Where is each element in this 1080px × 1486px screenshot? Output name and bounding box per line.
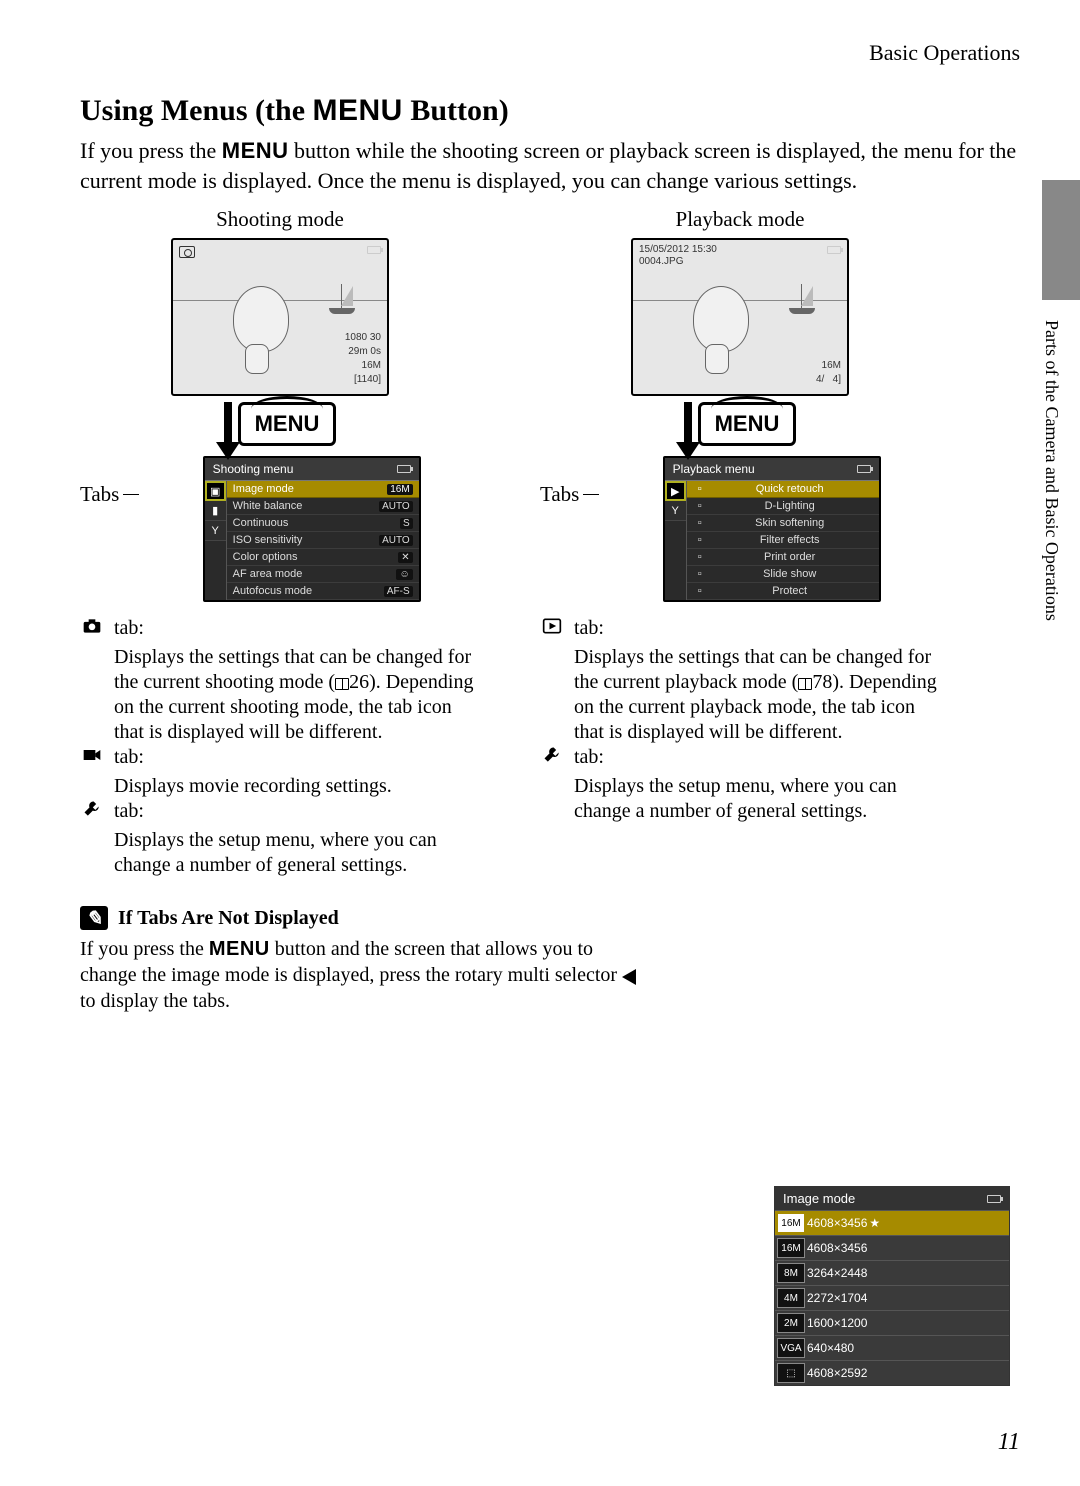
page-title: Using Menus (the MENU Button) [80,94,1020,128]
setup-tab-icon: Y [665,501,686,521]
menu-row: ▫Filter effects [687,532,879,549]
side-section-label: Parts of the Camera and Basic Operations [1041,320,1062,621]
image-mode-row: 16M4608×3456★ [775,1210,1009,1235]
playback-tab-descriptions: tab: Displays the settings that can be c… [540,616,940,824]
menu-row: ISO sensitivityAUTO [227,532,419,549]
image-mode-row: 8M3264×2448 [775,1260,1009,1285]
shooting-screen: 1080 30 29m 0s 16M [1140] [171,238,389,396]
t: Displays movie recording settings. [114,774,480,799]
playback-tab-icon [540,616,564,641]
movie-tab-icon: ▮ [205,501,226,521]
tab-label: tab: [114,616,144,641]
image-mode-row: 16M4608×3456 [775,1235,1009,1260]
intro-menu: MENU [222,138,289,163]
osd-index: 4/ [816,374,824,385]
battery-icon [397,465,411,473]
menu-row: ▫D-Lighting [687,498,879,515]
battery-icon [827,246,841,254]
shooting-tab-icon: ▣ [205,481,226,501]
osd-rec-time: 29m 0s [348,346,381,357]
osd-rec-quality: 1080 30 [345,332,381,343]
intro-paragraph: If you press the MENU button while the s… [80,136,1020,195]
t: 26 [349,671,369,693]
t: to display the tabs. [80,990,230,1012]
intro-a: If you press the [80,138,222,163]
tab-label: tab: [114,745,144,770]
movie-tab-icon [80,745,104,770]
shooting-column: Shooting mode 1080 30 29m 0s 16M [1140] … [80,207,480,878]
page-ref-icon [798,678,812,690]
menu-row: AF area mode☺ [227,566,419,583]
tabs-label-playback: Tabs [540,482,579,507]
menu-row: Autofocus modeAF-S [227,583,419,600]
image-mode-title: Image mode [783,1191,855,1206]
menu-row: ▫Quick retouch [687,481,879,498]
title-pre: Using Menus (the [80,94,313,127]
image-mode-row: 2M1600×1200 [775,1310,1009,1335]
menu-row: Image mode16M [227,481,419,498]
shooting-menu-panel: Shooting menu ▣ ▮ Y Image mode16MWhite b… [203,456,421,602]
menu-button-illustration: MENU [698,402,797,446]
menu-word: MENU [313,94,403,127]
menu-row: ▫Protect [687,583,879,600]
menu-button-illustration: MENU [238,402,337,446]
shooting-tab-descriptions: tab: Displays the settings that can be c… [80,616,480,878]
battery-icon [857,465,871,473]
camera-tab-icon [80,616,104,641]
osd-size-badge: 16M [362,360,381,371]
osd-size-badge: 16M [822,360,841,371]
menu-word: MENU [209,938,270,960]
osd-total: 4] [833,374,841,385]
wrench-tab-icon [540,745,564,770]
left-arrow-icon [622,969,636,985]
playback-mode-title: Playback mode [540,207,940,232]
setup-tab-icon: Y [205,521,226,541]
arrow-down-icon [224,402,232,446]
menu-row: White balanceAUTO [227,498,419,515]
image-mode-row: ⬚4608×2592 [775,1360,1009,1385]
tab-label: tab: [574,616,604,641]
t: Displays the setup menu, where you can c… [574,774,940,824]
battery-icon [987,1195,1001,1203]
menu-row: ▫Skin softening [687,515,879,532]
title-post: Button) [403,94,509,127]
tab-label: tab: [114,799,144,824]
t: Displays the setup menu, where you can c… [114,828,480,878]
thumb-tab [1042,180,1080,300]
wrench-tab-icon [80,799,104,824]
osd-remaining: [1140] [354,374,381,385]
page-number: 11 [998,1429,1020,1456]
t: 78 [812,671,832,693]
menu-row: ContinuousS [227,515,419,532]
image-mode-row: VGA640×480 [775,1335,1009,1360]
note-section: ✎ If Tabs Are Not Displayed If you press… [80,906,1020,1014]
note-heading: If Tabs Are Not Displayed [118,907,339,930]
playback-menu-panel: Playback menu ▶ Y ▫Quick retouch▫D-Light… [663,456,881,602]
tab-label: tab: [574,745,604,770]
playback-screen: 15/05/2012 15:30 0004.JPG 16M 4/ 4] [631,238,849,396]
image-mode-row: 4M2272×1704 [775,1285,1009,1310]
shooting-panel-title: Shooting menu [213,462,294,476]
menu-row: ▫Slide show [687,566,879,583]
t: If you press the [80,938,209,960]
osd-date: 15/05/2012 15:30 [639,244,717,255]
running-header: Basic Operations [80,40,1020,66]
arrow-down-icon [684,402,692,446]
image-mode-panel: Image mode 16M4608×3456★16M4608×34568M32… [774,1186,1010,1386]
playback-column: Playback mode 15/05/2012 15:30 0004.JPG … [540,207,940,878]
playback-tab-icon: ▶ [665,481,686,501]
battery-icon [367,246,381,254]
playback-panel-title: Playback menu [673,462,755,476]
shooting-mode-title: Shooting mode [80,207,480,232]
camera-mode-icon [179,246,195,258]
note-icon: ✎ [80,906,108,930]
menu-row: ▫Print order [687,549,879,566]
osd-filename: 0004.JPG [639,256,683,267]
menu-row: Color options✕ [227,549,419,566]
page-ref-icon [335,678,349,690]
tabs-label-shooting: Tabs [80,482,119,507]
